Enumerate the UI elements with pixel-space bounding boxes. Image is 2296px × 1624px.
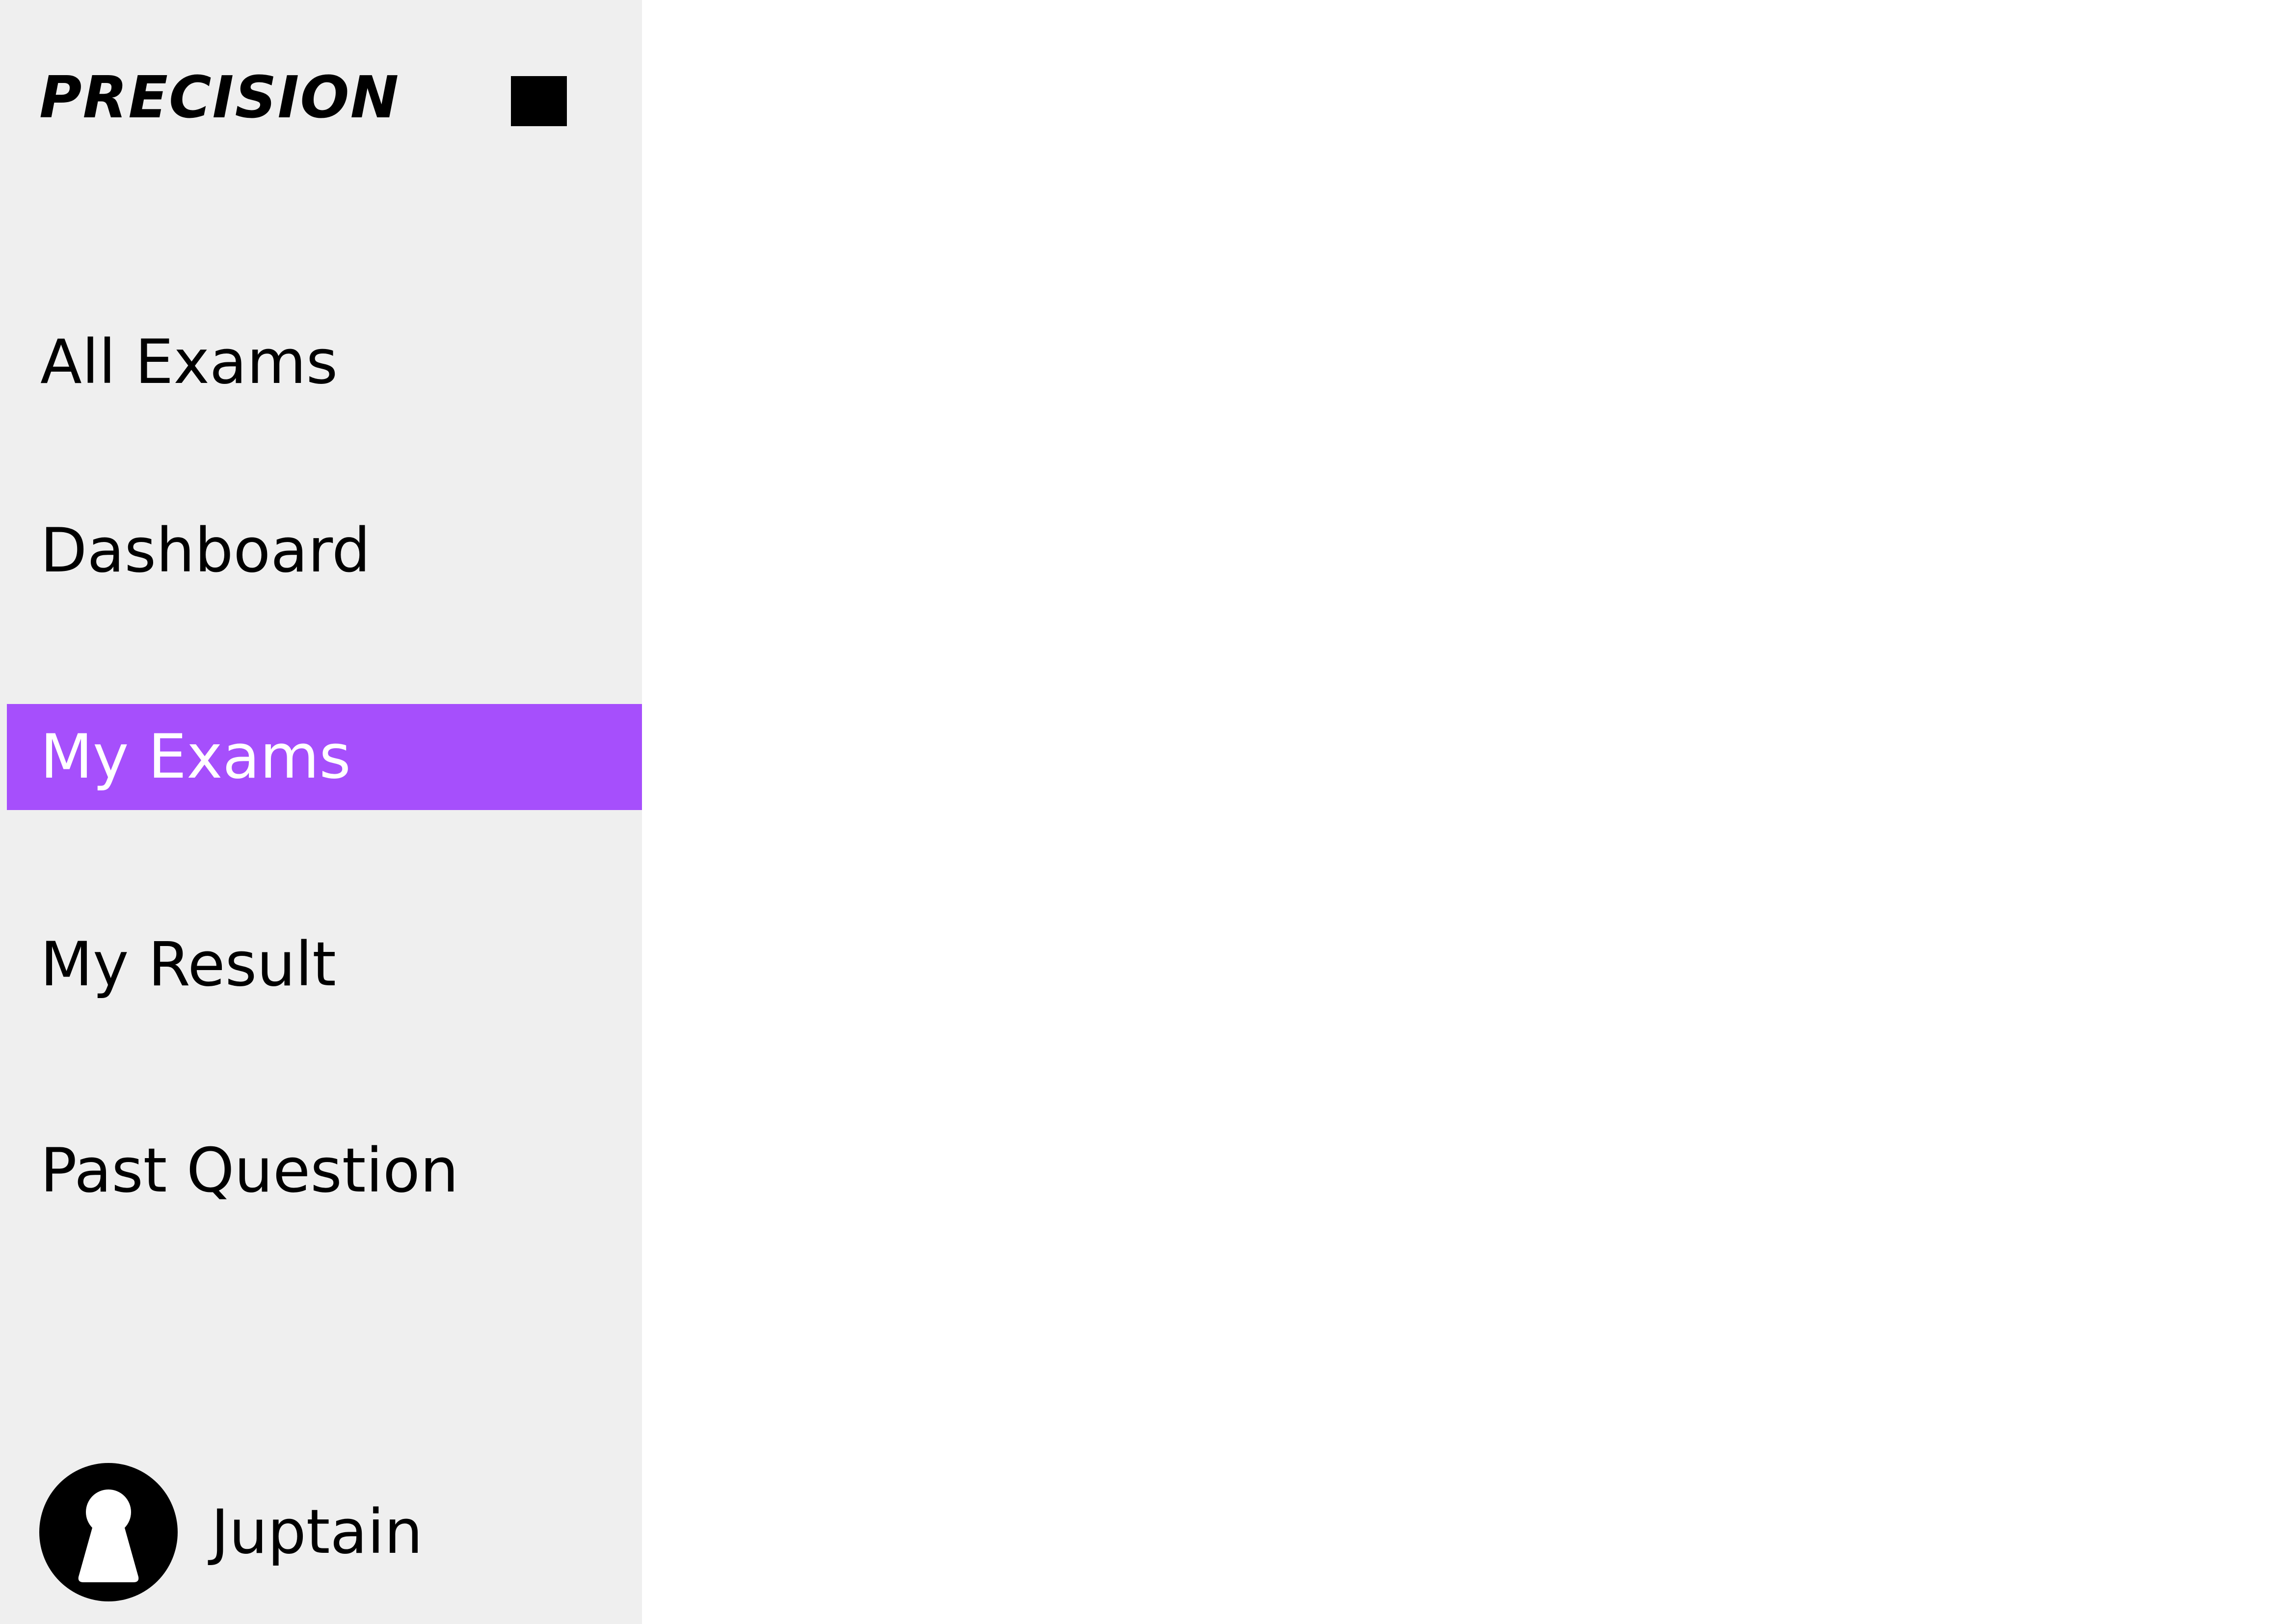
user-profile[interactable]: Juptain — [39, 1463, 481, 1601]
sidebar-item-my-exams[interactable]: My Exams — [7, 704, 646, 810]
user-avatar-icon — [39, 1463, 178, 1601]
sidebar-item-label: Past Question — [40, 1136, 459, 1206]
main-content — [642, 0, 2296, 1624]
sidebar: PRECISION All Exams Dashboard My Exams M… — [0, 0, 646, 1624]
sidebar-item-label: My Exams — [40, 722, 351, 792]
sidebar-item-all-exams[interactable]: All Exams — [0, 309, 642, 415]
sidebar-item-my-result[interactable]: My Result — [0, 912, 642, 1018]
app-window: PRECISION All Exams Dashboard My Exams M… — [0, 0, 2296, 1624]
avatar-person-glyph — [78, 1489, 139, 1582]
precision-logo[interactable]: PRECISION — [39, 63, 400, 132]
sidebar-item-label: All Exams — [40, 327, 338, 398]
menu-toggle-button[interactable] — [511, 76, 567, 126]
sidebar-item-label: Dashboard — [40, 515, 371, 586]
sidebar-item-dashboard[interactable]: Dashboard — [0, 498, 642, 604]
sidebar-item-past-question[interactable]: Past Question — [0, 1118, 642, 1224]
sidebar-item-label: My Result — [40, 929, 336, 1000]
user-name: Juptain — [211, 1497, 423, 1568]
